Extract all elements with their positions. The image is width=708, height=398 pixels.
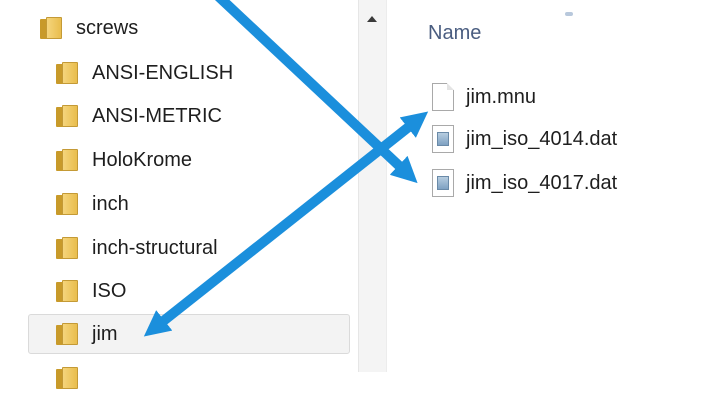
annotation-arrows (143, 0, 429, 337)
arrow-between-jim-mnu-and-jim-folder (143, 111, 429, 337)
